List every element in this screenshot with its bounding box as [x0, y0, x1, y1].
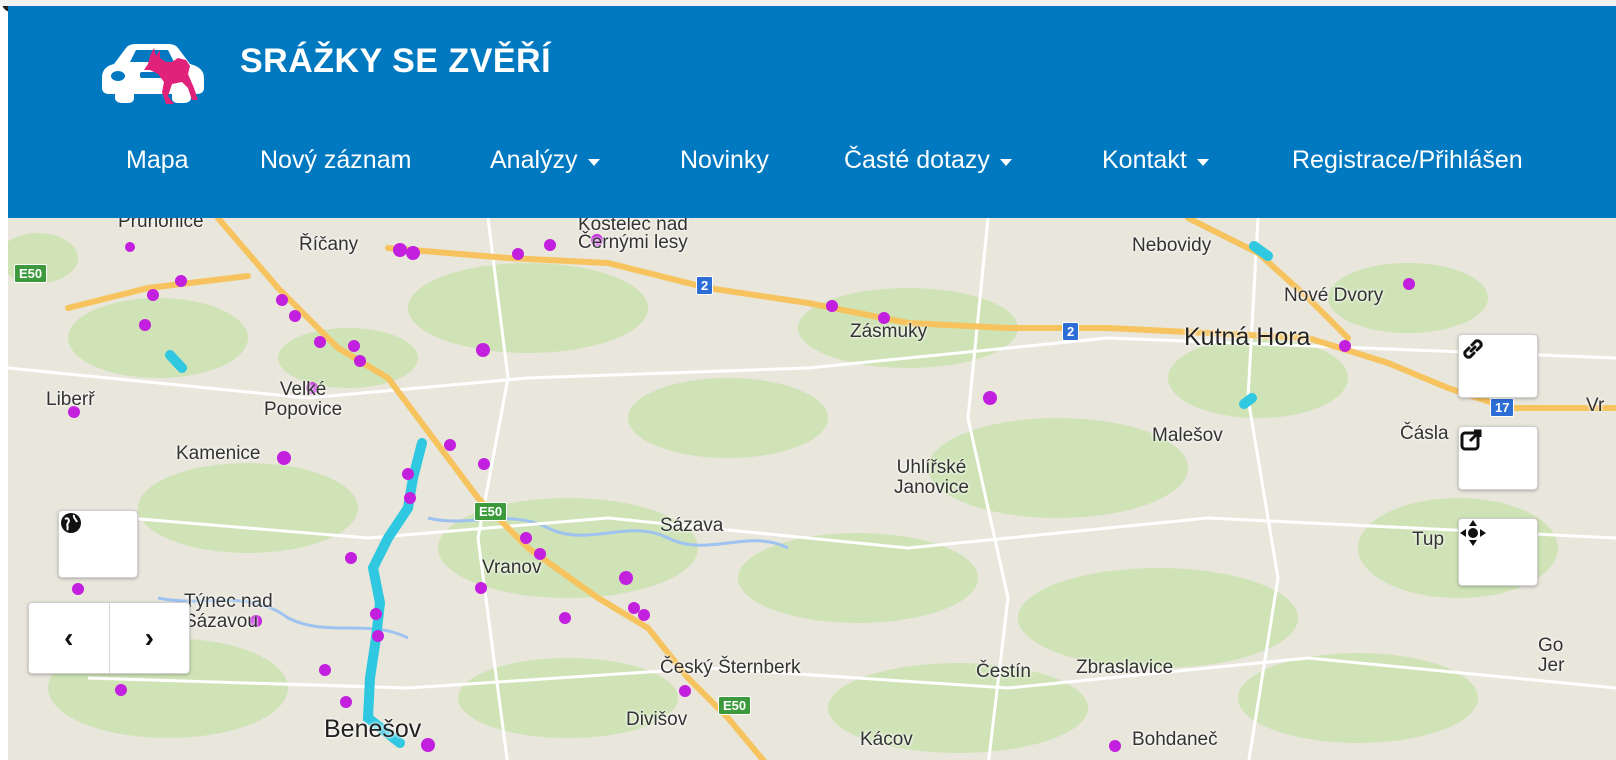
main-nav: Mapa Nový záznam Analýzy Novinky Časté d… [8, 146, 1616, 196]
nav-novy-zaznam[interactable]: Nový záznam [260, 146, 411, 175]
road-shield-2: 2 [1062, 322, 1080, 341]
map-canvas[interactable]: Průhonice Říčany Kostelec nad Černými le… [8, 218, 1616, 760]
map-label: Zbraslavice [1076, 657, 1174, 678]
road-shield-e50: E50 [718, 696, 752, 715]
previous-button[interactable]: ‹ [29, 603, 109, 673]
caret-down-icon [1196, 159, 1209, 166]
map-label: Nové Dvory [1284, 285, 1384, 306]
map-label: Nebovidy [1132, 235, 1212, 256]
map-label: Tup [1412, 529, 1445, 550]
locate-button[interactable] [1458, 518, 1538, 586]
nav-label: Časté dotazy [844, 146, 990, 174]
road-shield-17: 17 [1490, 398, 1515, 417]
map-label: Malešov [1152, 425, 1223, 446]
caret-down-icon [587, 159, 600, 166]
map-label: Benešov [324, 715, 422, 743]
map-label: Kutná Hora [1184, 323, 1311, 351]
layer-switch-button[interactable] [58, 510, 138, 578]
app: SRÁŽKY SE ZVĚŘÍ Mapa Nový záznam Analýzy… [8, 6, 1616, 760]
caret-down-icon [999, 159, 1012, 166]
map-label: Vr [1586, 395, 1605, 416]
road-shield-2: 2 [696, 276, 714, 295]
nav-novinky[interactable]: Novinky [680, 146, 769, 175]
nav-analyzy[interactable]: Analýzy [490, 146, 600, 175]
map-label: Velké Popovice [264, 379, 343, 420]
chevron-right-icon: › [144, 622, 154, 653]
map-label: Zásmuky [850, 321, 928, 342]
nav-label: Analýzy [490, 146, 578, 174]
history-nav: ‹ › [28, 602, 190, 674]
nav-caste-dotazy[interactable]: Časté dotazy [844, 146, 1012, 175]
nav-label: Mapa [126, 146, 189, 174]
nav-label: Novinky [680, 146, 769, 174]
map-label: Kostelec nad Černými lesy [578, 218, 688, 253]
nav-kontakt[interactable]: Kontakt [1102, 146, 1209, 175]
brand-title[interactable]: SRÁŽKY SE ZVĚŘÍ [240, 42, 551, 81]
nav-mapa[interactable]: Mapa [126, 146, 189, 175]
chevron-left-icon: ‹ [64, 622, 74, 653]
car-with-deer-logo[interactable] [94, 26, 214, 106]
map-label: Říčany [299, 234, 359, 255]
map-label: Bohdaneč [1132, 729, 1218, 750]
map-label: Liberř [46, 389, 95, 410]
road-shield-e50: E50 [14, 264, 48, 283]
map-label: Týnec nad Sázavou [184, 591, 273, 632]
map-label: Go Jer [1538, 635, 1565, 676]
nav-label: Kontakt [1102, 146, 1187, 174]
map-label: Uhlířské Janovice [894, 457, 969, 498]
nav-label: Registrace/Přihlášen [1292, 146, 1523, 174]
nav-registrace[interactable]: Registrace/Přihlášen [1292, 146, 1523, 175]
map-label: Kamenice [176, 443, 261, 464]
map-label: Český Šternberk [660, 657, 801, 678]
map-label: Kácov [860, 729, 913, 750]
share-button[interactable] [1458, 426, 1538, 490]
map-label: Vranov [482, 557, 542, 578]
permalink-button[interactable] [1458, 334, 1538, 398]
nav-label: Nový záznam [260, 146, 412, 174]
map-label: Čestín [976, 661, 1031, 682]
map-label: Průhonice [118, 218, 204, 232]
map-label: Divišov [626, 709, 688, 730]
site-header: SRÁŽKY SE ZVĚŘÍ Mapa Nový záznam Analýzy… [8, 6, 1616, 218]
map-label: Sázava [660, 515, 724, 536]
road-shield-e50: E50 [474, 502, 508, 521]
map-label: Čásla [1400, 423, 1449, 444]
next-button[interactable]: › [108, 603, 190, 673]
